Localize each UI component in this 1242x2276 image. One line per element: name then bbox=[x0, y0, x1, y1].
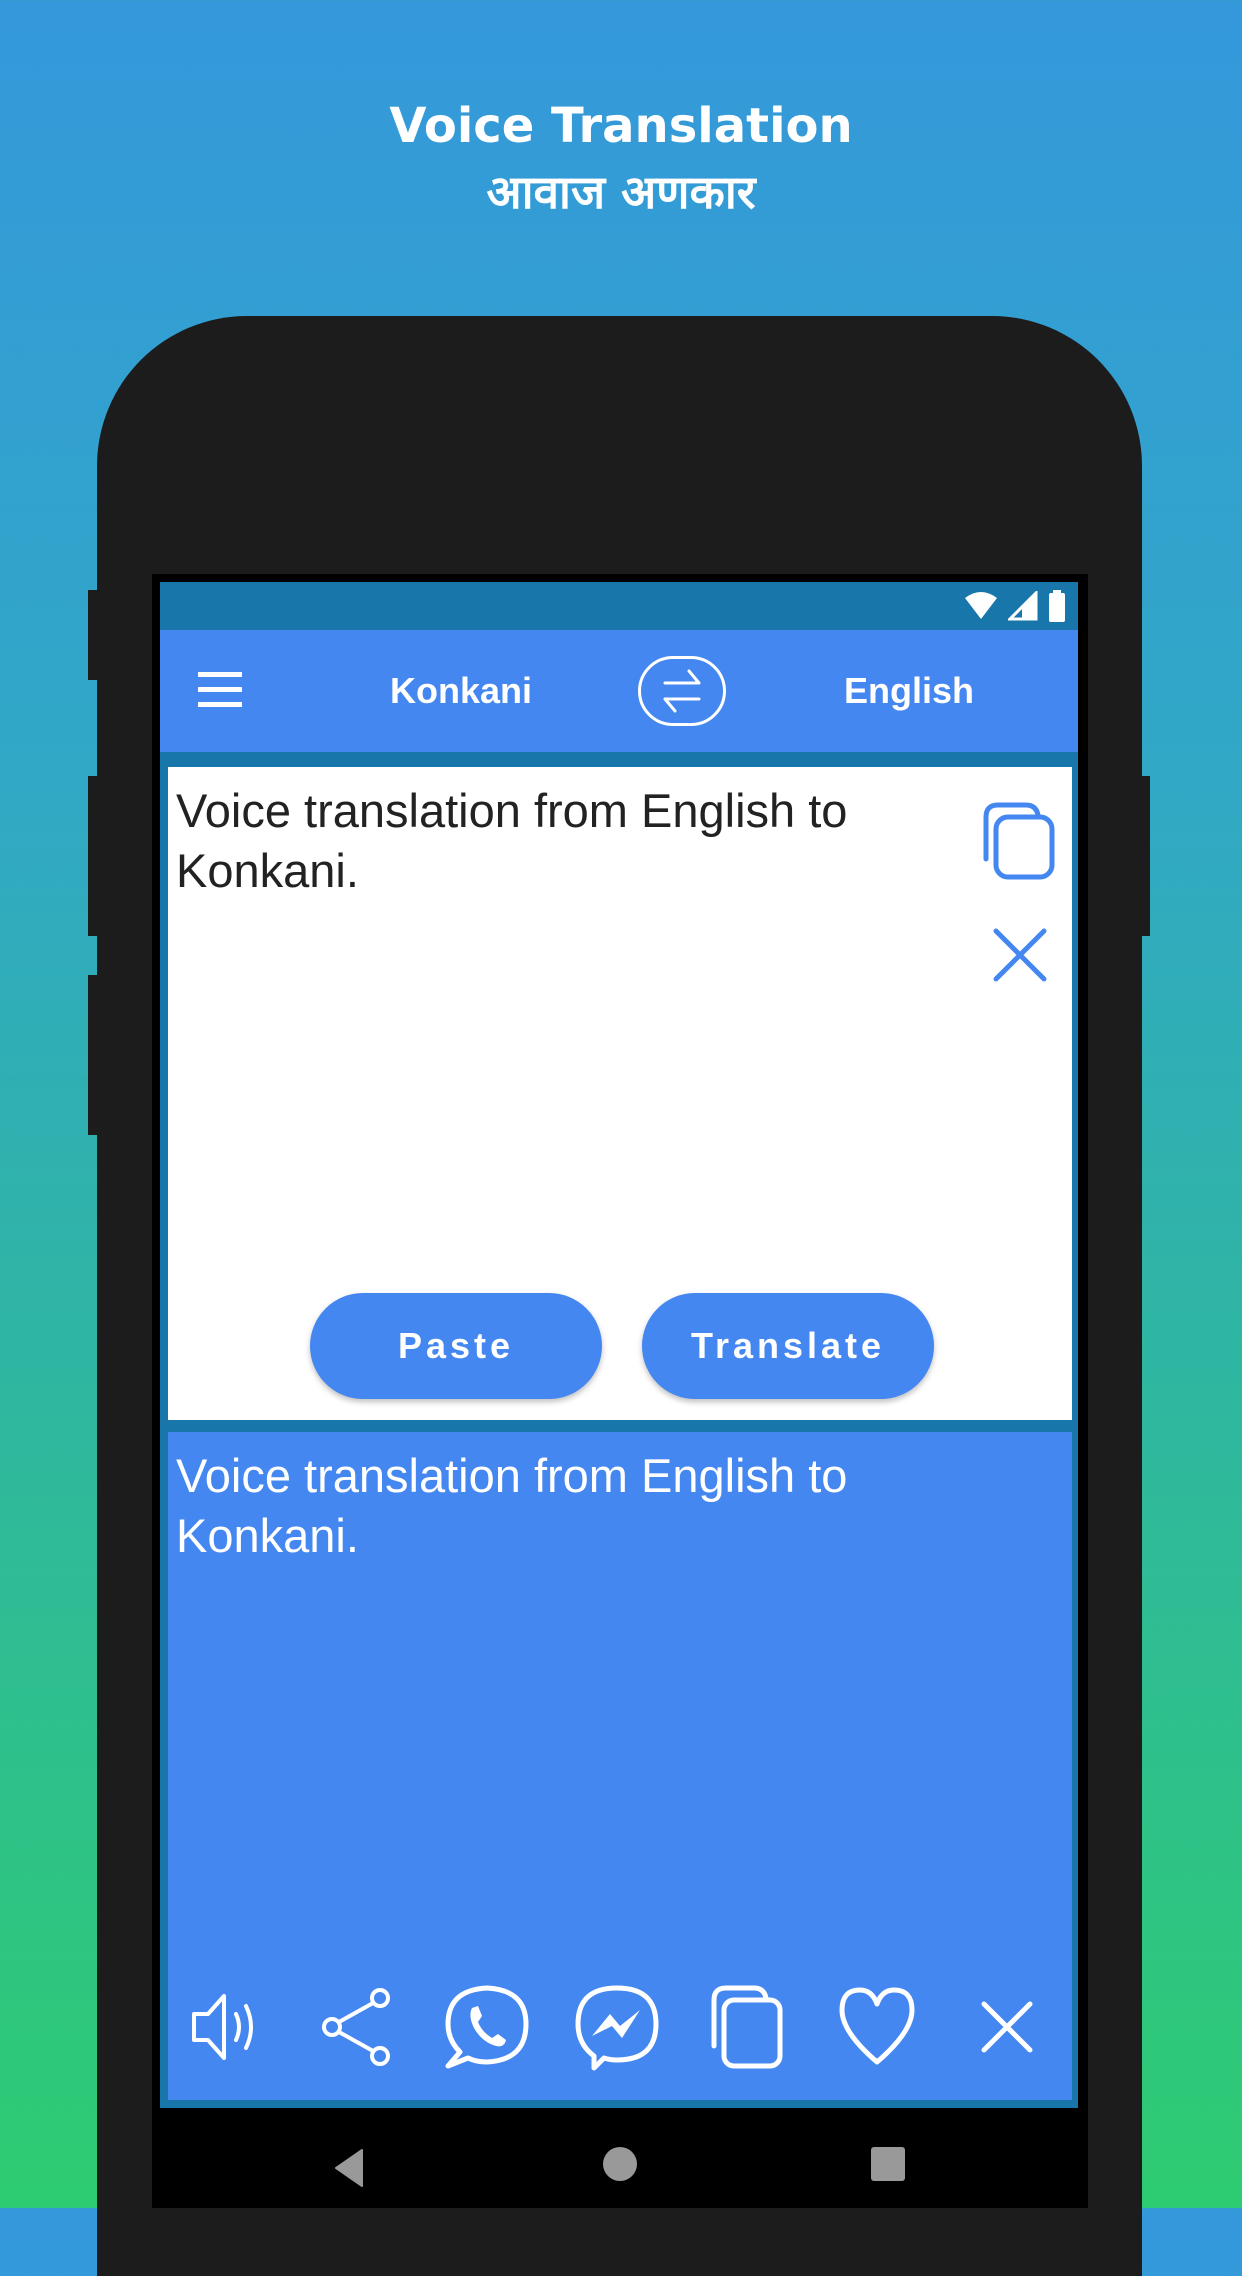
navigation-bar bbox=[160, 2110, 1078, 2208]
phone-side-button bbox=[88, 776, 98, 936]
source-language-selector[interactable]: Konkani bbox=[390, 668, 532, 714]
copy-icon bbox=[983, 802, 1055, 880]
swap-languages-button[interactable] bbox=[638, 656, 726, 726]
phone-side-button bbox=[88, 975, 98, 1135]
phone-side-button bbox=[1140, 776, 1150, 936]
battery-icon bbox=[1049, 590, 1065, 622]
favorite-button[interactable] bbox=[832, 1982, 922, 2072]
wifi-icon bbox=[965, 592, 997, 619]
speak-button[interactable] bbox=[184, 1982, 274, 2072]
target-language-selector[interactable]: English bbox=[844, 668, 974, 714]
heart-icon bbox=[839, 1987, 915, 2065]
whatsapp-button[interactable] bbox=[442, 1982, 532, 2072]
cellular-signal-icon bbox=[1008, 591, 1038, 621]
output-action-bar bbox=[168, 1972, 1072, 2082]
input-text-field[interactable]: Voice translation from English to Konkan… bbox=[176, 781, 936, 901]
close-icon bbox=[981, 2001, 1033, 2053]
hamburger-menu-icon[interactable] bbox=[198, 672, 242, 708]
paste-button[interactable]: Paste bbox=[310, 1293, 602, 1399]
messenger-button[interactable] bbox=[572, 1982, 662, 2072]
recents-icon[interactable] bbox=[870, 2146, 906, 2182]
clear-output-button[interactable] bbox=[962, 1982, 1052, 2072]
speaker-icon bbox=[192, 1994, 253, 2060]
share-button[interactable] bbox=[314, 1982, 404, 2072]
status-bar bbox=[160, 582, 1078, 630]
output-panel: Voice translation from English to Konkan… bbox=[168, 1432, 1072, 2100]
phone-side-button bbox=[88, 590, 98, 680]
whatsapp-icon bbox=[445, 1985, 529, 2069]
swap-languages-icon bbox=[663, 669, 701, 713]
copy-input-button[interactable] bbox=[970, 797, 1058, 885]
close-icon bbox=[993, 928, 1047, 982]
copy-output-button[interactable] bbox=[702, 1982, 792, 2072]
copy-icon bbox=[711, 1985, 783, 2069]
back-icon[interactable] bbox=[332, 2148, 366, 2188]
home-icon[interactable] bbox=[602, 2146, 638, 2182]
clear-input-button[interactable] bbox=[990, 925, 1050, 985]
app-bar: Konkani English bbox=[160, 630, 1078, 752]
input-panel: Voice translation from English to Konkan… bbox=[168, 767, 1072, 1420]
translate-button[interactable]: Translate bbox=[642, 1293, 934, 1399]
messenger-icon bbox=[575, 1985, 659, 2071]
share-icon bbox=[322, 1988, 390, 2066]
promo-title: Voice Translation bbox=[389, 98, 853, 154]
output-text: Voice translation from English to Konkan… bbox=[176, 1449, 848, 1562]
promo-subtitle: आवाज अणकार bbox=[486, 165, 756, 219]
